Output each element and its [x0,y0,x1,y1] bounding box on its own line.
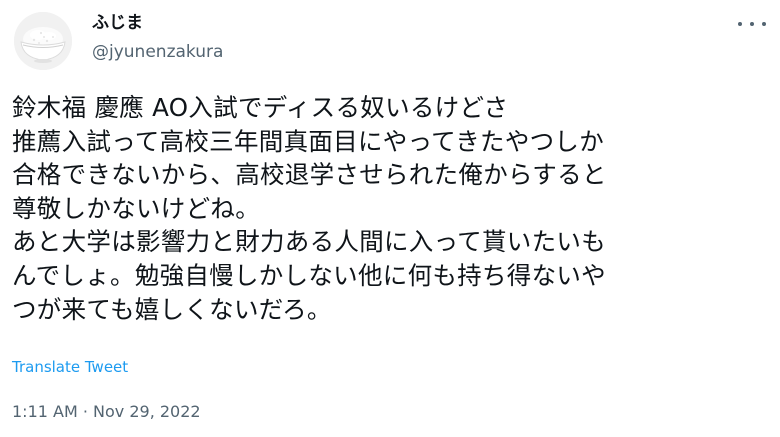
avatar[interactable] [14,12,72,70]
more-dots-icon [738,22,742,26]
more-options-button[interactable] [738,14,766,34]
tweet-timestamp[interactable]: 1:11 AM · Nov 29, 2022 [12,402,201,422]
more-dots-icon [762,22,766,26]
tweet-text: 鈴木福 慶應 AO入試でディスる奴いるけどさ 推薦入試って高校三年間真面目にやっ… [12,93,607,324]
author-names: ふじま @jyunenzakura [92,12,223,63]
author-handle[interactable]: @jyunenzakura [92,41,223,63]
tweet-card: ふじま @jyunenzakura 鈴木福 慶應 AO入試でディスる奴いるけどさ… [0,0,780,437]
rice-bowl-icon [14,12,72,70]
more-dots-icon [750,22,754,26]
author-display-name[interactable]: ふじま [92,12,223,34]
translate-tweet-link[interactable]: Translate Tweet [12,357,128,377]
